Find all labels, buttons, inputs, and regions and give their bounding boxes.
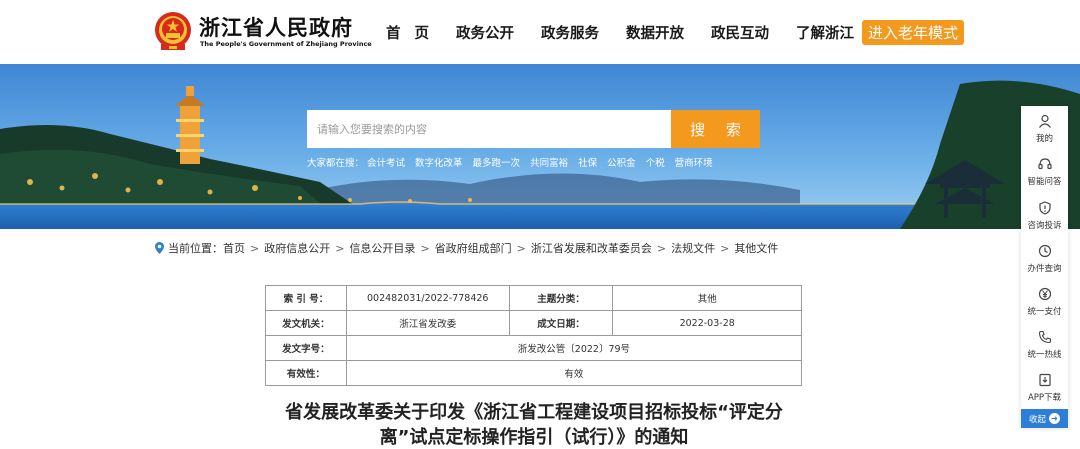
document-info-table: 索 引 号： 002482031/2022-778426 主题分类： 其他 发文… — [265, 285, 803, 386]
breadcrumb-separator: > — [656, 241, 667, 255]
nav-interaction[interactable]: 政民互动 — [711, 22, 769, 43]
site-header: 浙江省人民政府 The People's Government of Zheji… — [0, 0, 1080, 64]
hot-search-item[interactable]: 营商环境 — [675, 155, 713, 169]
index-no-label: 索 引 号： — [265, 285, 347, 311]
date-value: 2022-03-28 — [612, 310, 802, 336]
topic-value: 其他 — [612, 285, 802, 311]
sidebar-item-payment[interactable]: 统一支付 — [1021, 287, 1068, 321]
table-row: 索 引 号： 002482031/2022-778426 主题分类： 其他 — [265, 285, 802, 311]
topic-label: 主题分类： — [508, 285, 614, 311]
nav-government-affairs[interactable]: 政务公开 — [456, 22, 514, 43]
table-row: 发文机关： 浙江省发改委 成文日期： 2022-03-28 — [265, 310, 802, 336]
breadcrumb-link[interactable]: 法规文件 — [671, 240, 715, 256]
nav-home[interactable]: 首页 — [386, 22, 443, 43]
breadcrumb-link[interactable]: 省政府组成部门 — [435, 240, 512, 256]
floating-toolbar: 我的 智能问答 咨询投诉 办件查询 统一支付 统一热线 APP下载 — [1021, 106, 1068, 428]
location-pin-icon — [155, 242, 164, 254]
issuer-label: 发文机关： — [265, 310, 347, 336]
breadcrumb-link[interactable]: 首页 — [223, 240, 245, 256]
elder-mode-button[interactable]: 进入老年模式 — [862, 20, 964, 45]
nav-about-zhejiang[interactable]: 了解浙江 — [796, 22, 854, 43]
site-subtitle: The People's Government of Zhejiang Prov… — [200, 40, 372, 48]
search-input[interactable] — [307, 110, 671, 148]
sidebar-label: 我的 — [1035, 134, 1053, 144]
nav-open-data[interactable]: 数据开放 — [626, 22, 684, 43]
sidebar-label: APP下载 — [1027, 393, 1062, 403]
index-no-value: 002482031/2022-778426 — [345, 285, 510, 311]
sidebar-label: 咨询投诉 — [1027, 221, 1062, 231]
doc-no-value: 浙发改公管〔2022〕79号 — [345, 335, 803, 361]
hot-search-item[interactable]: 个税 — [646, 155, 665, 169]
hot-search-item[interactable]: 公积金 — [607, 155, 636, 169]
download-icon — [1038, 373, 1051, 387]
national-emblem-icon — [155, 12, 191, 50]
sidebar-collapse-button[interactable]: 收起 ➜ — [1021, 409, 1068, 428]
issuer-value: 浙江省发改委 — [345, 310, 510, 336]
history-icon — [1038, 244, 1051, 258]
breadcrumb-separator: > — [720, 241, 730, 255]
date-label: 成文日期： — [508, 310, 614, 336]
breadcrumb: 当前位置： 首页 > 政府信息公开 > 信息公开目录 > 省政府组成部门 > 浙… — [155, 240, 778, 256]
breadcrumb-link[interactable]: 信息公开目录 — [349, 240, 415, 256]
sidebar-label: 统一支付 — [1027, 307, 1062, 317]
site-logo[interactable]: 浙江省人民政府 The People's Government of Zheji… — [153, 10, 372, 54]
table-row: 发文字号： 浙发改公管〔2022〕79号 — [265, 335, 803, 361]
arrow-right-icon: ➜ — [1049, 413, 1060, 424]
sidebar-label: 统一热线 — [1027, 350, 1062, 360]
hero-banner: 搜 索 大家都在搜： 会计考试 数字化改革 最多跑一次 共同富裕 社保 公积金 … — [0, 64, 1080, 229]
breadcrumb-link[interactable]: 政府信息公开 — [264, 240, 330, 256]
sidebar-label: 办件查询 — [1027, 264, 1062, 274]
sidebar-item-app-download[interactable]: APP下载 — [1021, 373, 1068, 407]
breadcrumb-separator: > — [250, 241, 260, 255]
collapse-label: 收起 — [1028, 414, 1046, 425]
site-title: 浙江省人民政府 — [199, 16, 353, 40]
sidebar-item-mine[interactable]: 我的 — [1021, 114, 1068, 148]
hot-search-item[interactable]: 最多跑一次 — [473, 155, 521, 169]
main-nav: 首页 政务公开 政务服务 数据开放 政民互动 了解浙江 — [386, 18, 881, 46]
hot-search-item[interactable]: 共同富裕 — [530, 155, 568, 169]
phone-icon — [1038, 330, 1051, 344]
breadcrumb-link[interactable]: 浙江省发展和改革委员会 — [531, 240, 652, 256]
breadcrumb-separator: > — [516, 241, 526, 255]
sidebar-item-hotline[interactable]: 统一热线 — [1021, 330, 1068, 364]
hot-search-item[interactable]: 会计考试 — [367, 155, 405, 169]
doc-no-label: 发文字号： — [265, 335, 347, 361]
sidebar-label: 智能问答 — [1027, 177, 1062, 187]
hot-search-label: 大家都在搜： — [307, 158, 365, 169]
sidebar-item-smart-qa[interactable]: 智能问答 — [1021, 157, 1068, 191]
shield-icon — [1038, 201, 1051, 215]
validity-label: 有效性： — [265, 360, 347, 386]
article-title: 省发展改革委关于印发《浙江省工程建设项目招标投标“评定分离”试点定标操作指引（试… — [285, 402, 783, 448]
sidebar-item-query[interactable]: 办件查询 — [1021, 244, 1068, 278]
breadcrumb-current[interactable]: 其他文件 — [734, 240, 778, 256]
sidebar-item-consult[interactable]: 咨询投诉 — [1021, 201, 1068, 235]
breadcrumb-separator: > — [335, 241, 345, 255]
hot-searches: 大家都在搜： 会计考试 数字化改革 最多跑一次 共同富裕 社保 公积金 个税 营… — [307, 155, 723, 169]
hot-search-item[interactable]: 数字化改革 — [415, 155, 463, 169]
user-icon — [1038, 114, 1051, 128]
nav-government-services[interactable]: 政务服务 — [541, 22, 599, 43]
table-row: 有效性： 有效 — [265, 360, 803, 386]
search-button[interactable]: 搜 索 — [671, 110, 760, 148]
yen-icon — [1038, 287, 1051, 301]
hot-search-item[interactable]: 社保 — [578, 155, 597, 169]
breadcrumb-prefix: 当前位置： — [168, 242, 223, 255]
headset-icon — [1037, 158, 1052, 170]
breadcrumb-separator: > — [420, 241, 430, 255]
validity-value: 有效 — [345, 360, 803, 386]
